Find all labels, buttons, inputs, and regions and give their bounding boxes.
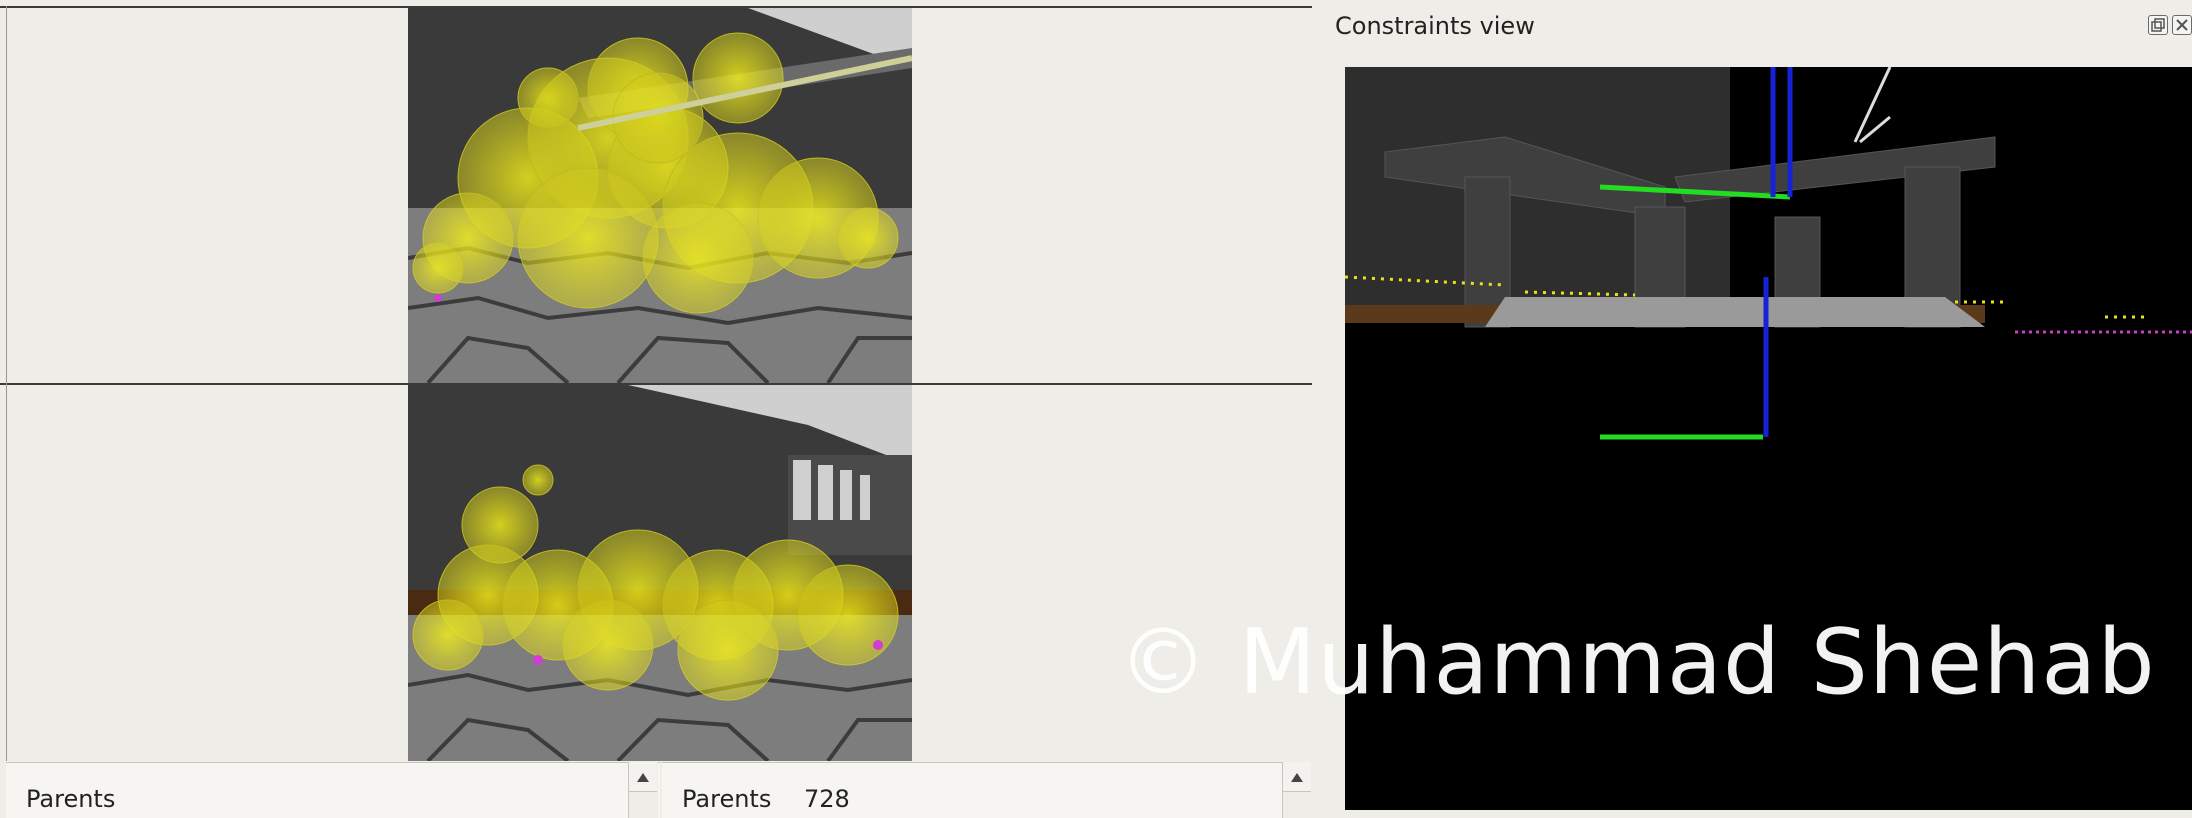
- float-icon: [2151, 18, 2165, 32]
- dock-float-button[interactable]: [2148, 15, 2168, 35]
- scroll-up-arrow-left[interactable]: [629, 762, 657, 792]
- parents-list-left-scrollbar[interactable]: [628, 762, 658, 818]
- parents-count: 728: [804, 785, 850, 813]
- dock-close-button[interactable]: [2172, 15, 2192, 35]
- parents-list-middle-scrollbar[interactable]: [1282, 762, 1312, 818]
- close-icon: [2176, 19, 2188, 31]
- chevron-up-icon: [637, 773, 649, 782]
- particle-camera-view-top[interactable]: [408, 8, 912, 383]
- chevron-up-icon: [1291, 773, 1303, 782]
- copyright-watermark: © Muhammad Shehab: [1118, 610, 2156, 715]
- parents-list-middle-header: Parents: [682, 785, 772, 813]
- parents-list-left[interactable]: Parents: [6, 762, 660, 818]
- parents-list-left-header: Parents: [26, 785, 116, 813]
- views-left-border: [6, 6, 7, 761]
- particle-camera-view-bottom[interactable]: [408, 385, 912, 761]
- scroll-up-arrow-middle[interactable]: [1283, 762, 1311, 792]
- parents-list-middle[interactable]: Parents 728: [662, 762, 1312, 818]
- constraints-view-title: Constraints view: [1335, 12, 1535, 40]
